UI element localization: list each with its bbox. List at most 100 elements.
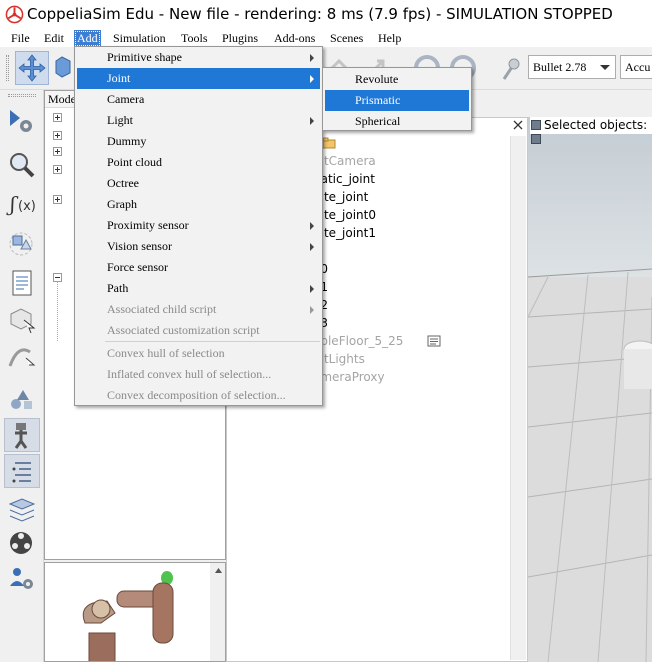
add-menu-item-convex-hull-of-selection[interactable]: Convex hull of selection xyxy=(77,343,320,364)
chevron-down-icon xyxy=(600,65,610,70)
viewport-menu-icon-2[interactable] xyxy=(531,134,541,144)
joint-submenu: Revolute Prismatic Spherical xyxy=(322,67,472,131)
add-menu-item-label: Light xyxy=(107,113,133,127)
script-document-icon xyxy=(12,270,32,296)
add-menu-item-associated-customization-script[interactable]: Associated customization script xyxy=(77,320,320,341)
add-menu-item-path[interactable]: Path xyxy=(77,278,320,299)
joint-submenu-item-prismatic[interactable]: Prismatic xyxy=(325,90,469,111)
simulation-settings-button[interactable] xyxy=(496,51,524,85)
robot-models-button[interactable] xyxy=(4,418,40,452)
cube-cursor-icon xyxy=(10,308,36,334)
add-menu-item-light[interactable]: Light xyxy=(77,110,320,131)
path-curve-icon xyxy=(8,348,36,367)
menu-file[interactable]: File xyxy=(8,30,33,47)
rotate-camera-icon xyxy=(55,56,71,78)
accuracy-select[interactable]: Accu xyxy=(620,55,652,79)
primitives-icon xyxy=(11,390,32,409)
camera-pan-button[interactable] xyxy=(15,51,49,85)
floor-grid xyxy=(528,117,652,662)
physics-engine-select[interactable]: Bullet 2.78 xyxy=(528,55,616,79)
add-menu-item-point-cloud[interactable]: Point cloud xyxy=(77,152,320,173)
calculation-module-button[interactable]: ʃ (x) xyxy=(4,186,40,220)
scripts-button[interactable] xyxy=(4,266,40,300)
tree-expand-toggle[interactable] xyxy=(53,113,62,122)
add-menu-item-label: Convex decomposition of selection... xyxy=(107,388,286,402)
script-icon[interactable] xyxy=(427,335,441,347)
layers-button[interactable] xyxy=(4,492,40,526)
close-icon[interactable] xyxy=(512,119,524,131)
add-menu-item-label: Octree xyxy=(107,176,139,190)
add-menu-item-label: Inflated convex hull of selection... xyxy=(107,367,272,381)
add-menu-item-associated-child-script[interactable]: Associated child script xyxy=(77,299,320,320)
scene-object-ameraproxy[interactable]: ameraProxy xyxy=(313,370,385,384)
path-edit-button[interactable] xyxy=(4,340,40,374)
scene-object-ablefloor-5-25[interactable]: ableFloor_5_25 xyxy=(313,334,403,348)
tree-expand-toggle[interactable] xyxy=(53,165,62,174)
tree-expand-toggle[interactable] xyxy=(53,131,62,140)
layers-icon xyxy=(8,498,36,522)
film-reel-icon xyxy=(10,532,32,554)
wrench-icon xyxy=(502,58,520,80)
joint-submenu-item-revolute[interactable]: Revolute xyxy=(325,69,469,90)
menu-add-ons[interactable]: Add-ons xyxy=(271,30,318,47)
left-toolbar: ʃ (x) xyxy=(0,90,44,662)
menu-separator xyxy=(105,341,320,342)
toolbar-grip[interactable] xyxy=(6,55,9,81)
add-menu-item-camera[interactable]: Camera xyxy=(77,89,320,110)
chevron-right-icon xyxy=(310,285,314,293)
shapes-icon xyxy=(9,232,33,256)
add-menu-item-primitive-shape[interactable]: Primitive shape xyxy=(77,47,320,68)
primitive-shapes-button[interactable] xyxy=(4,382,40,416)
physics-engine-value: Bullet 2.78 xyxy=(533,60,587,74)
chevron-right-icon xyxy=(310,306,314,314)
folder-icon xyxy=(322,137,336,149)
menu-scenes[interactable]: Scenes xyxy=(327,30,366,47)
model-preview-panel xyxy=(44,562,226,662)
selection-button[interactable] xyxy=(4,148,40,182)
menu-plugins[interactable]: Plugins xyxy=(219,30,261,47)
add-menu-item-label: Associated child script xyxy=(107,302,217,316)
add-menu-item-label: Primitive shape xyxy=(107,50,182,64)
menu-bar: File Edit Add Simulation Tools Plugins A… xyxy=(0,30,652,47)
user-settings-button[interactable] xyxy=(4,562,40,596)
scene-viewport[interactable] xyxy=(528,117,652,662)
viewport-menu-icon[interactable] xyxy=(531,120,541,130)
add-menu-item-proximity-sensor[interactable]: Proximity sensor xyxy=(77,215,320,236)
add-menu-item-octree[interactable]: Octree xyxy=(77,173,320,194)
tree-expand-toggle[interactable] xyxy=(53,147,62,156)
joint-submenu-item-label: Prismatic xyxy=(355,93,401,107)
function-icon: ʃ (x) xyxy=(6,192,36,216)
add-menu-item-graph[interactable]: Graph xyxy=(77,194,320,215)
add-menu-item-label: Joint xyxy=(107,71,131,85)
add-menu-item-label: Camera xyxy=(107,92,145,106)
menu-add[interactable]: Add xyxy=(74,30,101,47)
robot-arm-preview-icon xyxy=(82,563,225,661)
add-menu-item-label: Proximity sensor xyxy=(107,218,189,232)
add-menu-item-dummy[interactable]: Dummy xyxy=(77,131,320,152)
add-menu-item-joint[interactable]: Joint xyxy=(77,68,320,89)
add-menu-item-inflated-convex-hull-of-selection[interactable]: Inflated convex hull of selection... xyxy=(77,364,320,385)
accuracy-value: Accu xyxy=(625,60,651,74)
shape-edit-button[interactable] xyxy=(4,228,40,262)
tree-expand-toggle[interactable] xyxy=(53,195,62,204)
model-browser-button[interactable] xyxy=(4,302,40,336)
scene-object-properties-button[interactable] xyxy=(4,104,40,138)
camera-rotate-button[interactable] xyxy=(52,51,74,85)
add-menu-item-label: Convex hull of selection xyxy=(107,346,225,360)
title-bar: CoppeliaSim Edu - New file - rendering: … xyxy=(0,0,652,30)
menu-edit[interactable]: Edit xyxy=(41,30,67,47)
menu-simulation[interactable]: Simulation xyxy=(110,30,169,47)
object-properties-icon xyxy=(10,110,32,132)
left-toolbar-grip[interactable] xyxy=(8,94,36,97)
joint-submenu-item-label: Spherical xyxy=(355,114,401,128)
selected-objects-label: Selected objects: xyxy=(530,117,652,134)
menu-tools[interactable]: Tools xyxy=(178,30,211,47)
add-menu-item-convex-decomposition-of-selection[interactable]: Convex decomposition of selection... xyxy=(77,385,320,406)
joint-submenu-item-spherical[interactable]: Spherical xyxy=(325,111,469,132)
video-recorder-button[interactable] xyxy=(4,526,40,560)
add-menu-item-force-sensor[interactable]: Force sensor xyxy=(77,257,320,278)
add-menu-item-vision-sensor[interactable]: Vision sensor xyxy=(77,236,320,257)
scene-hierarchy-scrollbar[interactable] xyxy=(510,136,526,660)
layers-list-button[interactable] xyxy=(4,454,40,488)
menu-help[interactable]: Help xyxy=(375,30,404,47)
